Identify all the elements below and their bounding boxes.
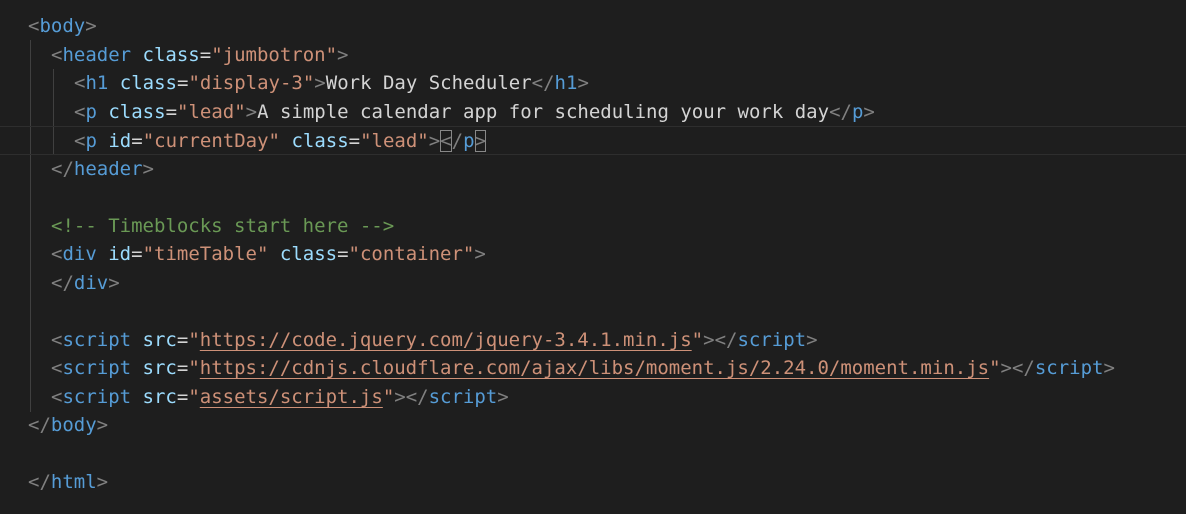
code-line[interactable]: </body>: [0, 411, 1186, 440]
url-link[interactable]: https://code.jquery.com/jquery-3.4.1.min…: [200, 329, 692, 351]
code-line[interactable]: <header class="jumbotron">: [0, 41, 1186, 70]
attribute-name: src: [142, 357, 177, 379]
code-comment: <!-- Timeblocks start here -->: [51, 214, 395, 237]
tag-name: p: [85, 130, 97, 152]
tag-name: h1: [85, 72, 109, 94]
tag-name: p: [851, 100, 864, 123]
attribute-value: "lead": [360, 130, 429, 152]
code-line[interactable]: <script src="https://cdnjs.cloudflare.co…: [0, 354, 1186, 383]
tag-name: h1: [554, 72, 578, 94]
code-line[interactable]: <!-- Timeblocks start here -->: [0, 212, 1186, 241]
code-line[interactable]: <p class="lead">A simple calendar app fo…: [0, 98, 1186, 127]
attribute-name: src: [142, 328, 177, 351]
code-line-current[interactable]: <p id="currentDay" class="lead"></p>: [0, 126, 1186, 155]
tag-name: div: [73, 271, 109, 294]
url-link[interactable]: https://cdnjs.cloudflare.com/ajax/libs/m…: [200, 357, 989, 379]
code-line[interactable]: <div id="timeTable" class="container">: [0, 240, 1186, 269]
attribute-name: class: [108, 100, 166, 123]
bracket-match-highlight: <: [440, 130, 452, 152]
url-link[interactable]: assets/script.js: [200, 386, 383, 408]
bracket-match-highlight: >: [474, 130, 486, 152]
tag-name: body: [50, 414, 97, 436]
tag-name: body: [39, 15, 86, 37]
tag-name: header: [73, 157, 143, 180]
attribute-value: "timeTable": [142, 243, 269, 265]
attribute-value: "currentDay": [142, 130, 280, 152]
attribute-name: id: [108, 130, 132, 152]
code-line[interactable]: <script src="https://code.jquery.com/jqu…: [0, 326, 1186, 355]
code-line[interactable]: </html>: [0, 468, 1186, 497]
code-line[interactable]: </div>: [0, 269, 1186, 298]
tag-name: header: [62, 43, 132, 66]
attribute-value: "display-3": [188, 72, 315, 94]
tag-name: script: [62, 385, 132, 408]
code-line[interactable]: </header>: [0, 155, 1186, 184]
tag-name: p: [85, 100, 97, 123]
tag-name: html: [50, 471, 97, 493]
attribute-name: src: [142, 385, 177, 408]
tag-name: p: [463, 130, 475, 152]
attribute-value: "lead": [177, 100, 246, 123]
element-text: Work Day Scheduler: [325, 72, 532, 94]
attribute-name: class: [279, 243, 338, 265]
tag-name: script: [62, 357, 132, 379]
attribute-name: class: [119, 72, 177, 94]
attribute-name: class: [291, 130, 349, 152]
tag-name: script: [737, 328, 807, 351]
tag-name: script: [62, 328, 132, 351]
code-line[interactable]: <script src="assets/script.js"></script>: [0, 383, 1186, 412]
attribute-name: class: [142, 43, 200, 66]
attribute-value: "container": [348, 243, 475, 265]
tag-name: script: [428, 385, 498, 408]
code-line[interactable]: <h1 class="display-3">Work Day Scheduler…: [0, 69, 1186, 98]
tag-name: script: [1034, 357, 1104, 379]
attribute-name: id: [108, 243, 132, 265]
attribute-value: "jumbotron": [211, 43, 338, 66]
tag-name: div: [62, 243, 97, 265]
code-line[interactable]: <body>: [0, 12, 1186, 41]
element-text: A simple calendar app for scheduling you…: [257, 100, 830, 123]
code-editor[interactable]: <body> <header class="jumbotron"> <h1 cl…: [0, 0, 1186, 514]
